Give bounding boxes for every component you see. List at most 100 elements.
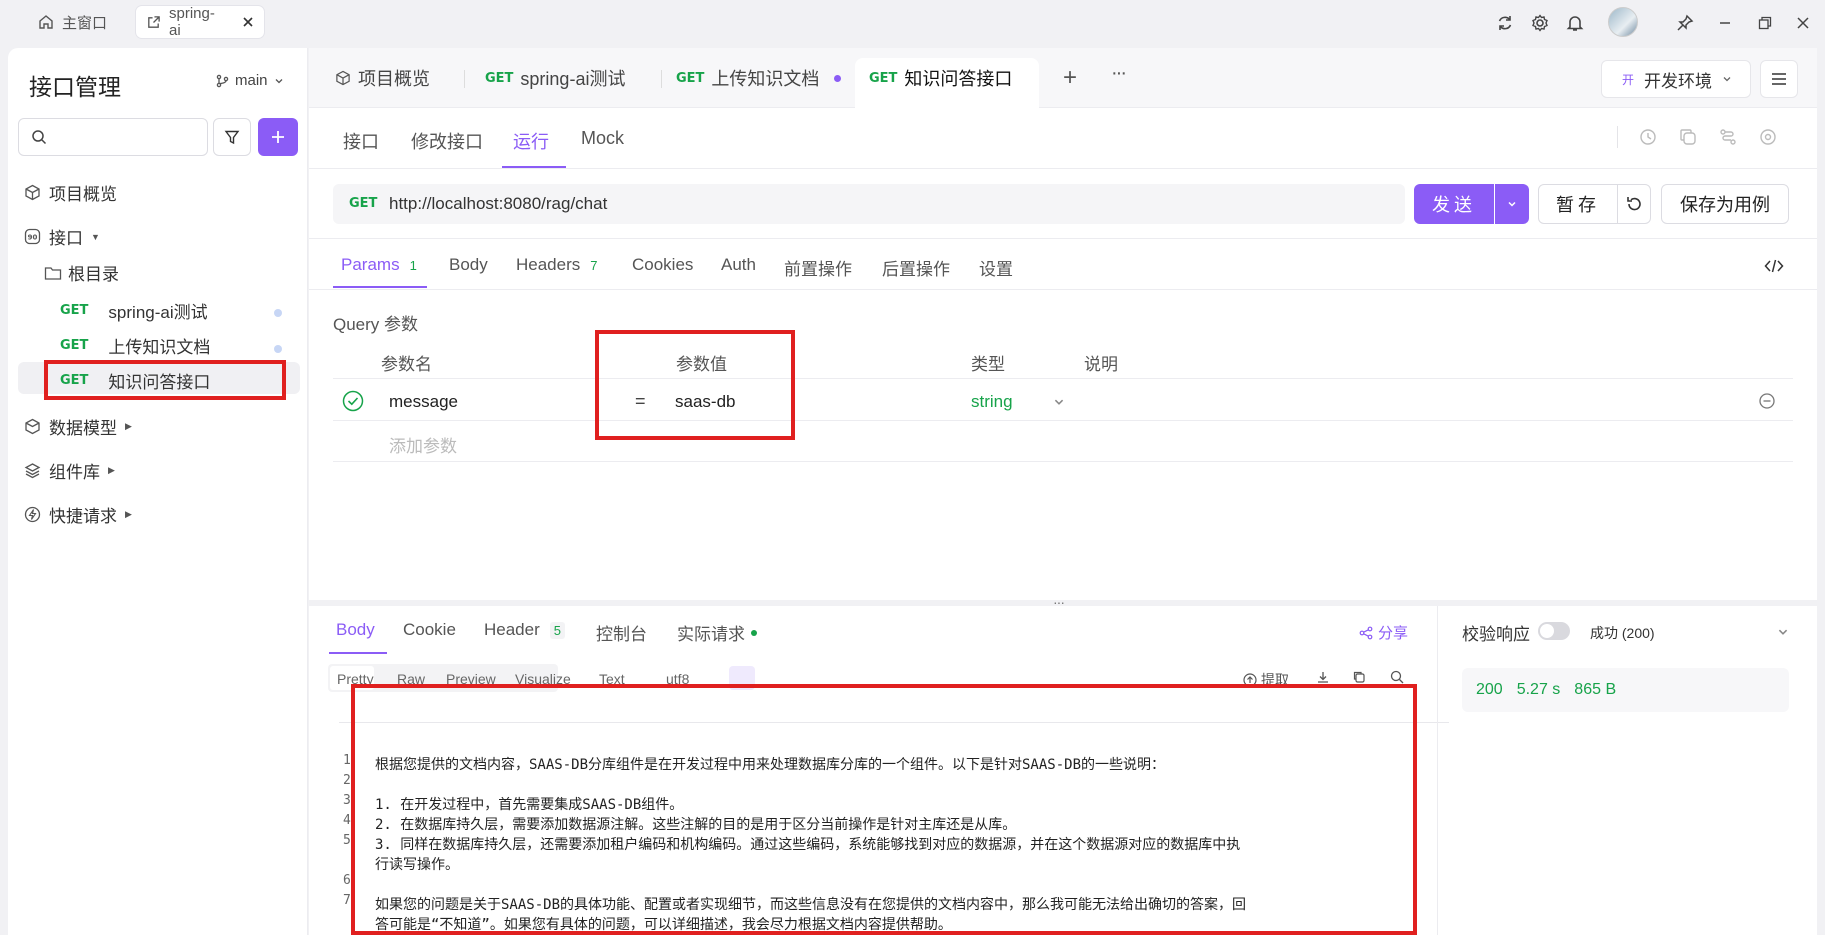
tab-auth[interactable]: Auth xyxy=(721,255,756,275)
share-button[interactable]: 分享 xyxy=(1359,622,1408,643)
response-tab-actual-request[interactable]: 实际请求 xyxy=(677,620,757,645)
tab-headers[interactable]: Headers 7 xyxy=(516,255,598,275)
tab-label: 知识问答接口 xyxy=(904,69,1013,89)
chevron-down-icon[interactable] xyxy=(1053,396,1065,408)
avatar[interactable] xyxy=(1608,7,1638,37)
menu-button[interactable] xyxy=(1760,60,1798,98)
window-tab-home[interactable]: 主窗口 xyxy=(28,6,117,38)
sidebar-endpoint[interactable]: GET 上传知识文档 xyxy=(60,333,210,358)
tab-qa-api[interactable]: GET 知识问答接口 xyxy=(863,58,1019,98)
send-dropdown-button[interactable] xyxy=(1495,184,1529,224)
sidebar-item-data-models[interactable]: 数据模型 ▶ xyxy=(24,414,132,439)
environment-selector[interactable]: 开 开发环境 xyxy=(1601,60,1751,98)
sidebar-endpoint[interactable]: GET spring-ai测试 xyxy=(60,298,208,323)
validate-toggle[interactable] xyxy=(1538,622,1570,640)
param-name[interactable]: message xyxy=(389,392,458,412)
reset-button[interactable] xyxy=(1617,184,1651,224)
param-value[interactable]: saas-db xyxy=(675,392,735,412)
format-pretty[interactable]: Pretty xyxy=(337,671,374,687)
add-tab-button[interactable]: + xyxy=(1063,64,1077,92)
line-number: 6 xyxy=(343,873,351,888)
branch-selector[interactable]: main xyxy=(216,72,284,89)
tab-settings[interactable]: 设置 xyxy=(979,255,1013,280)
home-icon xyxy=(38,14,54,30)
sidebar-item-overview[interactable]: 项目概览 xyxy=(24,180,117,205)
subtab-run[interactable]: 运行 xyxy=(513,128,549,154)
status-dot xyxy=(274,345,282,353)
sidebar-item-apis[interactable]: 90 接口 ▼ xyxy=(24,224,100,249)
bell-icon[interactable] xyxy=(1562,10,1588,36)
response-tab-console[interactable]: 控制台 xyxy=(596,620,647,645)
pin-icon[interactable] xyxy=(1672,10,1698,36)
restore-icon[interactable] xyxy=(1752,10,1778,36)
validate-status[interactable]: 成功 (200) xyxy=(1590,623,1655,643)
url-input[interactable]: http://localhost:8080/rag/chat xyxy=(389,194,607,214)
tab-params[interactable]: Params 1 xyxy=(341,255,417,275)
share-flow-icon[interactable] xyxy=(1719,128,1737,146)
close-icon[interactable] xyxy=(242,16,254,28)
window-tab-project[interactable]: spring-ai xyxy=(136,5,264,39)
code-line: 1. 在开发过程中，首先需要集成SAAS-DB组件。 xyxy=(375,797,684,813)
tab-body[interactable]: Body xyxy=(449,255,488,275)
subtab-mock[interactable]: Mock xyxy=(581,128,624,149)
tab-upload-doc[interactable]: GET 上传知识文档 xyxy=(670,58,847,98)
line-number: 5 xyxy=(343,833,351,848)
caret-right-icon: ▶ xyxy=(108,465,115,475)
refresh-icon[interactable] xyxy=(1492,10,1518,36)
tab-post-ops[interactable]: 后置操作 xyxy=(882,255,950,280)
sidebar-folder-root[interactable]: 根目录 xyxy=(44,260,119,285)
download-icon[interactable] xyxy=(1316,670,1330,684)
format-preview[interactable]: Preview xyxy=(446,671,496,687)
sidebar-item-quick-requests[interactable]: 快捷请求 ▶ xyxy=(24,502,132,527)
window-close-icon[interactable] xyxy=(1790,10,1816,36)
copy-icon[interactable] xyxy=(1352,670,1366,684)
endpoint-name: spring-ai测试 xyxy=(108,303,208,322)
format-raw[interactable]: Raw xyxy=(397,671,425,687)
param-enabled-checkbox[interactable] xyxy=(342,390,364,412)
search-input[interactable] xyxy=(18,118,208,156)
code-line: 如果您的问题是关于SAAS-DB的具体功能、配置或者实现细节，而这些信息没有在您… xyxy=(375,897,1246,913)
remove-param-icon[interactable] xyxy=(1758,392,1776,410)
filter-button[interactable] xyxy=(213,118,251,156)
column-header-value: 参数值 xyxy=(676,355,727,374)
sidebar-item-label: 接口 xyxy=(49,229,83,248)
format-visualize[interactable]: Visualize xyxy=(515,671,571,687)
tab-overview[interactable]: 项目概览 xyxy=(329,58,436,98)
subtab-api[interactable]: 接口 xyxy=(343,128,379,154)
timer-icon[interactable] xyxy=(1639,128,1657,146)
tab-cookies[interactable]: Cookies xyxy=(632,255,693,275)
response-tab-header[interactable]: Header 5 xyxy=(484,620,565,640)
send-button[interactable]: 发送 xyxy=(1414,184,1494,224)
copy-icon[interactable] xyxy=(1679,128,1697,146)
content-type-select[interactable]: Text xyxy=(599,671,625,687)
extract-button[interactable]: 提取 xyxy=(1243,670,1289,690)
tab-pre-ops[interactable]: 前置操作 xyxy=(784,255,852,280)
param-type-select[interactable]: string xyxy=(971,392,1013,412)
more-tabs-button[interactable]: ··· xyxy=(1111,62,1127,85)
window-tab-home-label: 主窗口 xyxy=(62,14,108,32)
splitter-handle-icon[interactable]: ··· xyxy=(1053,594,1065,610)
method-badge[interactable]: GET xyxy=(349,196,377,211)
add-button[interactable] xyxy=(258,118,298,156)
code-line: 答可能是“不知道”。如果您有具体的问题，可以详细描述，我会尽力根据文档内容提供帮… xyxy=(375,917,952,933)
subtab-edit[interactable]: 修改接口 xyxy=(411,128,483,154)
settings-circle-icon[interactable] xyxy=(1759,128,1777,146)
search-icon[interactable] xyxy=(1390,670,1404,684)
wrap-toggle-icon[interactable] xyxy=(729,666,755,690)
response-tab-body[interactable]: Body xyxy=(336,620,375,640)
code-icon[interactable] xyxy=(1764,258,1784,274)
minimize-icon[interactable] xyxy=(1712,10,1738,36)
url-bar[interactable]: GET http://localhost:8080/rag/chat xyxy=(333,184,1405,224)
encoding-select[interactable]: utf8 xyxy=(666,671,689,687)
tab-label: 实际请求 xyxy=(677,625,745,644)
response-body-viewer[interactable]: 1 根据您提供的文档内容，SAAS-DB分库组件是在开发过程中用来处理数据库分库… xyxy=(339,705,1449,935)
tab-spring-ai-test[interactable]: GET spring-ai测试 xyxy=(479,58,631,98)
save-temp-button[interactable]: 暂存 xyxy=(1538,184,1618,224)
sidebar-endpoint-selected[interactable]: GET 知识问答接口 xyxy=(60,368,210,393)
add-param-input[interactable]: 添加参数 xyxy=(389,432,457,457)
sidebar-item-components[interactable]: 组件库 ▶ xyxy=(24,458,115,483)
chevron-down-icon[interactable] xyxy=(1777,626,1789,638)
response-tab-cookie[interactable]: Cookie xyxy=(403,620,456,640)
save-as-case-button[interactable]: 保存为用例 xyxy=(1661,184,1789,224)
gear-icon[interactable] xyxy=(1527,10,1553,36)
